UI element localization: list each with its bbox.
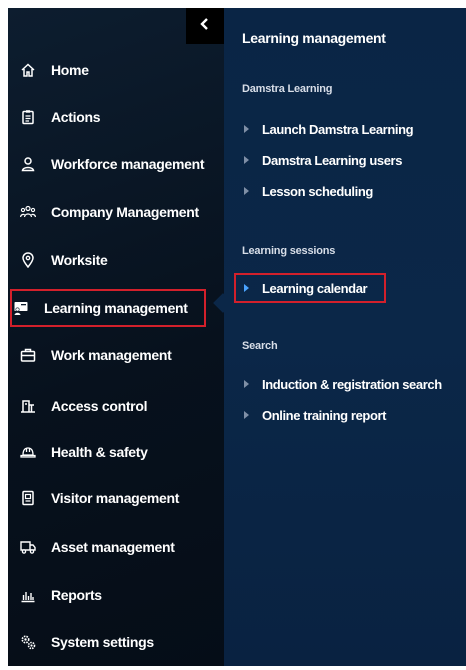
learning-presentation-icon	[13, 300, 29, 316]
user-icon	[20, 156, 36, 172]
sidebar-item-label: Actions	[51, 109, 101, 125]
sidebar-item-label: Workforce management	[51, 156, 205, 172]
briefcase-icon	[20, 347, 36, 363]
learning-management-flyout	[224, 8, 466, 666]
sidebar-item-label: Work management	[51, 347, 172, 363]
menu-item-label: Launch Damstra Learning	[262, 121, 414, 137]
sidebar-item-label: Worksite	[51, 252, 108, 268]
section-label-damstra-learning: Damstra Learning	[242, 83, 333, 95]
sidebar-item-label: Learning management	[44, 300, 188, 316]
sidebar-item-label: Health & safety	[51, 444, 148, 460]
sidebar-item-access-control[interactable]: Access control	[8, 384, 224, 428]
sidebar-item-label: System settings	[51, 634, 154, 650]
menu-item-lesson-scheduling[interactable]: Lesson scheduling	[242, 181, 373, 201]
sidebar-item-reports[interactable]: Reports	[8, 573, 224, 617]
section-label-search: Search	[242, 340, 278, 352]
flyout-title: Learning management	[242, 30, 386, 46]
chevron-right-icon	[244, 284, 250, 292]
sidebar-item-workforce-management[interactable]: Workforce management	[8, 142, 224, 186]
sidebar-item-system-settings[interactable]: System settings	[8, 620, 224, 664]
truck-icon	[20, 539, 36, 555]
sidebar-item-visitor-management[interactable]: Visitor management	[8, 476, 224, 520]
sidebar-item-home[interactable]: Home	[8, 48, 224, 92]
menu-item-online-training-report[interactable]: Online training report	[242, 405, 387, 425]
home-icon	[20, 62, 36, 78]
sidebar-item-label: Home	[51, 62, 89, 78]
sidebar-item-actions[interactable]: Actions	[8, 95, 224, 139]
chevron-right-icon	[244, 125, 250, 133]
chevron-right-icon	[244, 156, 250, 164]
sidebar-item-label: Company Management	[51, 204, 199, 220]
gears-icon	[20, 634, 36, 650]
sidebar-item-asset-management[interactable]: Asset management	[8, 525, 224, 569]
menu-item-induction-registration-search[interactable]: Induction & registration search	[242, 374, 442, 394]
menu-item-learning-calendar[interactable]: Learning calendar	[234, 273, 386, 303]
section-label-learning-sessions: Learning sessions	[242, 245, 336, 257]
turnstile-icon	[20, 398, 36, 414]
menu-item-label: Online training report	[262, 407, 387, 423]
chevron-right-icon	[244, 411, 250, 419]
location-pin-icon	[20, 252, 36, 268]
navigation-frame: Home Actions Workforce management Compan…	[0, 0, 466, 670]
sidebar-item-label: Access control	[51, 398, 148, 414]
sidebar-item-label: Asset management	[51, 539, 175, 555]
menu-item-label: Induction & registration search	[262, 376, 442, 392]
menu-item-damstra-learning-users[interactable]: Damstra Learning users	[242, 150, 402, 170]
chevron-right-icon	[244, 380, 250, 388]
sidebar-item-learning-management[interactable]: Learning management	[10, 289, 206, 327]
menu-item-launch-damstra-learning[interactable]: Launch Damstra Learning	[242, 119, 414, 139]
collapse-sidebar-button[interactable]	[186, 8, 224, 44]
sidebar-item-work-management[interactable]: Work management	[8, 333, 224, 377]
sidebar-item-health-safety[interactable]: Health & safety	[8, 430, 224, 474]
clipboard-icon	[20, 109, 36, 125]
chevron-right-icon	[244, 187, 250, 195]
hard-hat-icon	[20, 444, 36, 460]
menu-item-label: Learning calendar	[262, 280, 368, 296]
chevron-left-icon	[200, 17, 210, 35]
sidebar-item-worksite[interactable]: Worksite	[8, 238, 224, 282]
menu-item-label: Lesson scheduling	[262, 183, 373, 199]
bar-chart-icon	[20, 587, 36, 603]
sidebar-item-company-management[interactable]: Company Management	[8, 190, 224, 234]
badge-icon	[20, 490, 36, 506]
users-group-icon	[20, 204, 36, 220]
sidebar-item-label: Visitor management	[51, 490, 180, 506]
menu-item-label: Damstra Learning users	[262, 152, 403, 168]
sidebar-item-label: Reports	[51, 587, 102, 603]
